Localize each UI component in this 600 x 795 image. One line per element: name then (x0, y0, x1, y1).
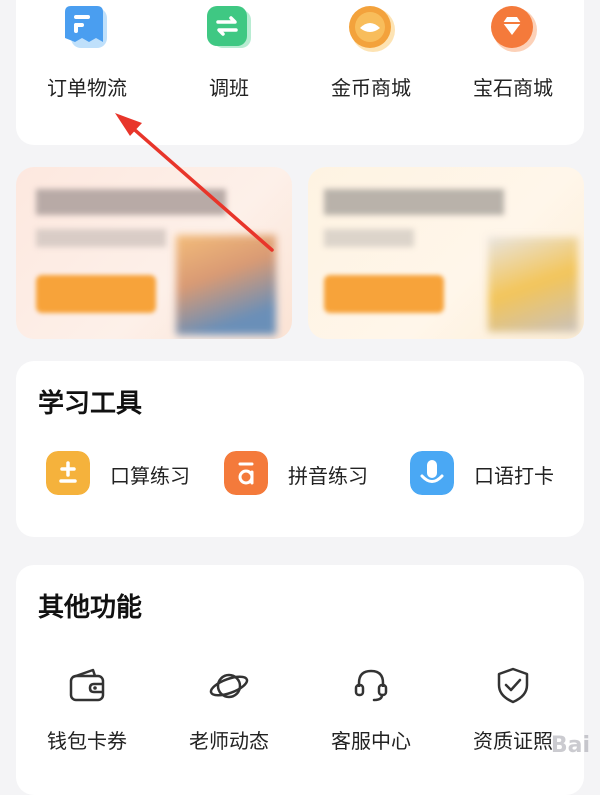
customer-service-button[interactable]: 客服中心 (300, 665, 442, 755)
other-functions-title: 其他功能 (38, 593, 143, 623)
microphone-icon (410, 451, 454, 495)
shield-check-icon (497, 667, 529, 704)
switch-class-label: 调班 (209, 76, 249, 100)
banner-subtitle-redacted (324, 229, 414, 247)
promo-banner-left[interactable] (16, 167, 292, 339)
planet-icon (209, 673, 249, 699)
banner-image-redacted (488, 237, 578, 332)
banner-title-redacted (324, 189, 504, 215)
quick-actions-grid: 订单物流 调班 金币商城 宝石商城 (16, 0, 584, 145)
plus-minus-icon (46, 451, 90, 495)
quick-actions-card: 订单物流 调班 金币商城 宝石商城 (16, 0, 584, 145)
wallet-coupons-button[interactable]: 钱包卡券 (16, 665, 158, 755)
promo-banner-right[interactable] (308, 167, 584, 339)
other-functions-card: 其他功能 钱包卡券 老师动态 客服中心 资质证照 (16, 565, 584, 795)
switch-class-button[interactable]: 调班 (158, 0, 300, 125)
wallet-icon (69, 668, 105, 702)
gem-mall-button[interactable]: 宝石商城 (442, 0, 584, 125)
switch-class-icon (207, 6, 251, 48)
teacher-updates-label: 老师动态 (189, 729, 269, 753)
banner-image-redacted (176, 235, 276, 335)
banner-cta-redacted (324, 275, 444, 313)
order-logistics-button[interactable]: 订单物流 (16, 0, 158, 125)
order-logistics-icon (65, 6, 107, 48)
pinyin-icon (224, 451, 268, 495)
mental-math-label: 口算练习 (110, 464, 190, 488)
customer-service-label: 客服中心 (331, 729, 411, 753)
teacher-updates-button[interactable]: 老师动态 (158, 665, 300, 755)
banner-title-redacted (36, 189, 226, 215)
headset-icon (354, 669, 388, 702)
banner-cta-redacted (36, 275, 156, 313)
coin-mall-button[interactable]: 金币商城 (300, 0, 442, 125)
coin-mall-icon (349, 6, 395, 52)
watermark: Bai (550, 733, 590, 758)
mental-math-button[interactable]: 口算练习 (46, 448, 216, 498)
learning-tools-title: 学习工具 (38, 389, 143, 419)
pinyin-practice-button[interactable]: 拼音练习 (224, 448, 394, 498)
learning-tools-card: 学习工具 口算练习 拼音练习 口语打卡 (16, 361, 584, 537)
speaking-checkin-label: 口语打卡 (474, 464, 554, 488)
order-logistics-label: 订单物流 (47, 76, 127, 100)
pinyin-practice-label: 拼音练习 (288, 464, 368, 488)
speaking-checkin-button[interactable]: 口语打卡 (410, 448, 580, 498)
banner-subtitle-redacted (36, 229, 166, 247)
coin-mall-label: 金币商城 (331, 76, 411, 100)
wallet-coupons-label: 钱包卡券 (47, 729, 127, 753)
gem-mall-label: 宝石商城 (473, 76, 553, 100)
gem-mall-icon (491, 6, 537, 52)
